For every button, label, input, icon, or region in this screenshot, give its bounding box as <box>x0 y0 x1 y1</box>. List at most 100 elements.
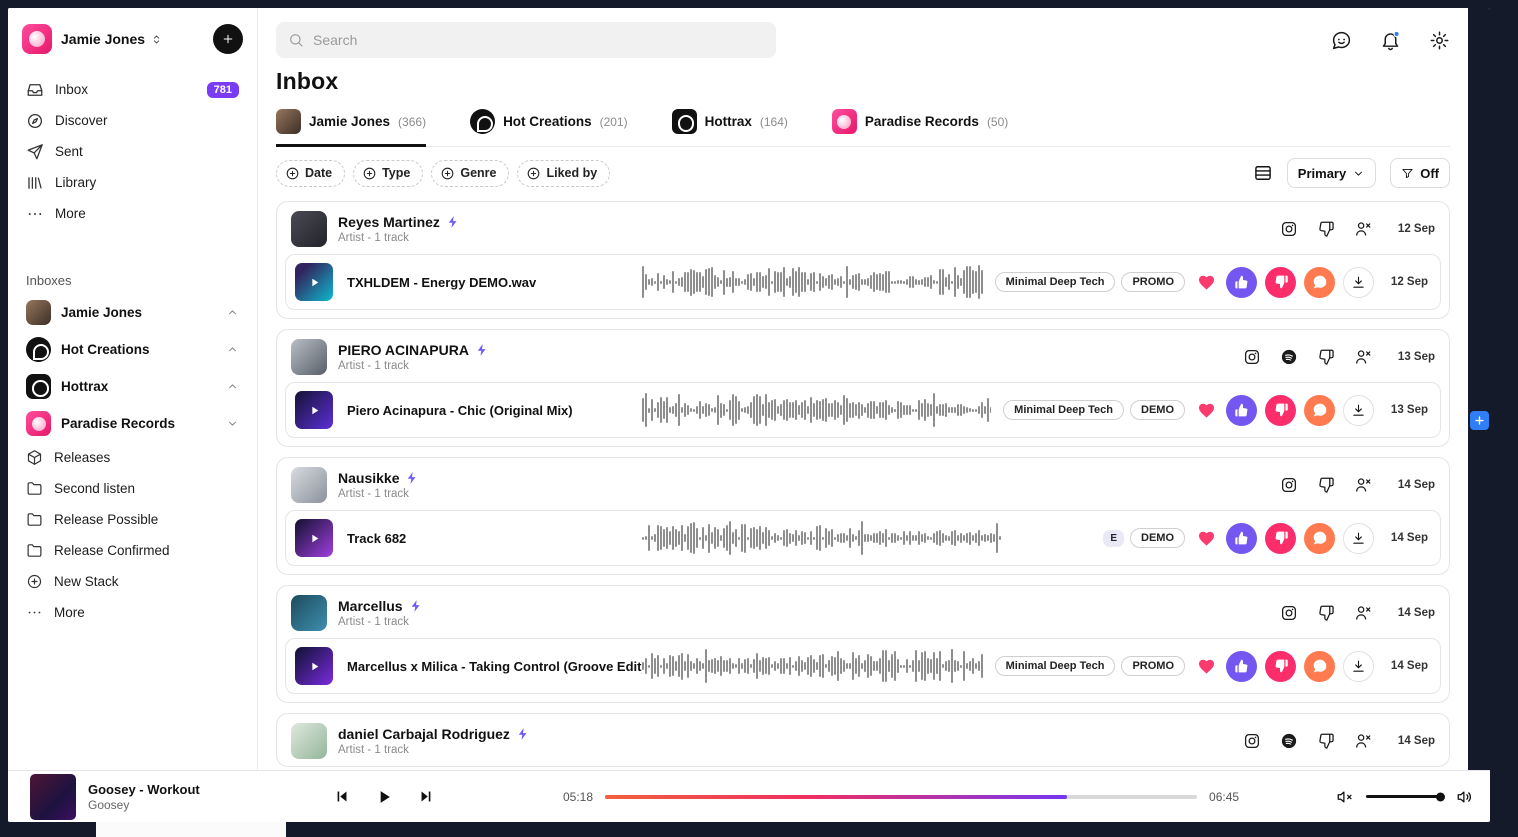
waveform[interactable] <box>642 264 983 300</box>
thumbs-down-icon[interactable] <box>1317 220 1335 238</box>
waveform[interactable] <box>642 648 983 684</box>
filter-chip-genre[interactable]: Genre <box>431 160 509 187</box>
sidebar-inbox-paradise-records[interactable]: Paradise Records <box>22 405 243 442</box>
mute-icon[interactable] <box>1336 788 1354 806</box>
track-art[interactable] <box>295 391 333 429</box>
tab-hottrax[interactable]: Hottrax(164) <box>672 109 788 147</box>
sidebar-item-more[interactable]: More <box>22 198 243 229</box>
chevron-down-icon[interactable] <box>226 417 239 430</box>
download-button[interactable] <box>1343 523 1374 554</box>
spotify-icon[interactable] <box>1280 732 1298 750</box>
heart-icon[interactable] <box>1197 401 1216 420</box>
heart-icon[interactable] <box>1197 657 1216 676</box>
floating-add-button[interactable] <box>1470 411 1489 430</box>
previous-button[interactable] <box>333 788 350 805</box>
instagram-icon[interactable] <box>1243 732 1261 750</box>
like-button[interactable] <box>1226 267 1257 298</box>
chevron-up-icon[interactable] <box>226 306 239 319</box>
artist-row[interactable]: Marcellus Artist - 1 track 14 Sep <box>277 586 1449 638</box>
track-row[interactable]: Marcellus x Milica - Taking Control (Gro… <box>285 638 1441 694</box>
artist-avatar[interactable] <box>291 723 327 759</box>
waveform[interactable] <box>642 392 991 428</box>
view-layout-button[interactable] <box>1253 163 1273 183</box>
unfollow-artist-icon[interactable] <box>1354 732 1372 750</box>
unfollow-artist-icon[interactable] <box>1354 348 1372 366</box>
notifications-button[interactable] <box>1380 30 1401 51</box>
play-icon[interactable] <box>308 404 321 417</box>
thumbs-down-icon[interactable] <box>1317 348 1335 366</box>
seek-bar[interactable] <box>605 795 1197 799</box>
tab-paradise-records[interactable]: Paradise Records(50) <box>832 109 1008 147</box>
volume-handle[interactable] <box>1436 792 1445 801</box>
heart-icon[interactable] <box>1197 529 1216 548</box>
track-row[interactable]: Track 682 EDEMO 14 Sep <box>285 510 1441 566</box>
filter-chip-liked-by[interactable]: Liked by <box>517 160 610 187</box>
sidebar-folder-releases[interactable]: Releases <box>22 442 243 473</box>
instagram-icon[interactable] <box>1280 220 1298 238</box>
instagram-icon[interactable] <box>1280 476 1298 494</box>
artist-avatar[interactable] <box>291 339 327 375</box>
track-art[interactable] <box>295 647 333 685</box>
like-button[interactable] <box>1226 395 1257 426</box>
artist-avatar[interactable] <box>291 595 327 631</box>
download-button[interactable] <box>1343 651 1374 682</box>
download-button[interactable] <box>1343 267 1374 298</box>
tab-jamie-jones[interactable]: Jamie Jones(366) <box>276 109 426 147</box>
sidebar-item-sent[interactable]: Sent <box>22 136 243 167</box>
messenger-button[interactable] <box>1331 30 1352 51</box>
dislike-button[interactable] <box>1265 523 1296 554</box>
track-art[interactable] <box>295 519 333 557</box>
artist-row[interactable]: Reyes Martinez Artist - 1 track 12 Sep <box>277 202 1449 254</box>
instagram-icon[interactable] <box>1280 604 1298 622</box>
player-album-art[interactable] <box>30 774 76 820</box>
sidebar-folder-release-confirmed[interactable]: Release Confirmed <box>22 535 243 566</box>
track-row[interactable]: Piero Acinapura - Chic (Original Mix) Mi… <box>285 382 1441 438</box>
thumbs-down-icon[interactable] <box>1317 604 1335 622</box>
volume-slider[interactable] <box>1366 795 1444 798</box>
track-art[interactable] <box>295 263 333 301</box>
sidebar-inbox-jamie-jones[interactable]: Jamie Jones <box>22 294 243 331</box>
download-button[interactable] <box>1343 395 1374 426</box>
artist-avatar[interactable] <box>291 211 327 247</box>
heart-icon[interactable] <box>1197 273 1216 292</box>
unfollow-artist-icon[interactable] <box>1354 604 1372 622</box>
artist-avatar[interactable] <box>291 467 327 503</box>
sidebar-folder-second-listen[interactable]: Second listen <box>22 473 243 504</box>
sidebar-item-discover[interactable]: Discover <box>22 105 243 136</box>
dislike-button[interactable] <box>1265 267 1296 298</box>
artist-row[interactable]: daniel Carbajal Rodriguez Artist - 1 tra… <box>277 714 1449 766</box>
spotify-icon[interactable] <box>1280 348 1298 366</box>
comment-button[interactable] <box>1304 395 1335 426</box>
artist-row[interactable]: PIERO ACINAPURA Artist - 1 track 13 Sep <box>277 330 1449 382</box>
unfollow-artist-icon[interactable] <box>1354 476 1372 494</box>
thumbs-down-icon[interactable] <box>1317 732 1335 750</box>
workspace-switcher-icon[interactable] <box>150 33 163 46</box>
sidebar-item-inbox[interactable]: Inbox781 <box>22 74 243 105</box>
filter-chip-type[interactable]: Type <box>353 160 423 187</box>
sidebar-inbox-hot-creations[interactable]: Hot Creations <box>22 331 243 368</box>
waveform[interactable] <box>642 520 1091 556</box>
sidebar-inbox-hottrax[interactable]: Hottrax <box>22 368 243 405</box>
chevron-up-icon[interactable] <box>226 380 239 393</box>
sidebar-item-library[interactable]: Library <box>22 167 243 198</box>
dislike-button[interactable] <box>1265 651 1296 682</box>
sidebar-folder-release-possible[interactable]: Release Possible <box>22 504 243 535</box>
unfollow-artist-icon[interactable] <box>1354 220 1372 238</box>
sidebar-folder-new-stack[interactable]: New Stack <box>22 566 243 597</box>
play-icon[interactable] <box>308 660 321 673</box>
play-icon[interactable] <box>308 532 321 545</box>
filter-chip-date[interactable]: Date <box>276 160 345 187</box>
settings-button[interactable] <box>1429 30 1450 51</box>
like-button[interactable] <box>1226 523 1257 554</box>
play-icon[interactable] <box>308 276 321 289</box>
thumbs-down-icon[interactable] <box>1317 476 1335 494</box>
artist-row[interactable]: Nausikke Artist - 1 track 14 Sep <box>277 458 1449 510</box>
comment-button[interactable] <box>1304 651 1335 682</box>
comment-button[interactable] <box>1304 523 1335 554</box>
primary-dropdown[interactable]: Primary <box>1287 158 1376 188</box>
comment-button[interactable] <box>1304 267 1335 298</box>
next-button[interactable] <box>418 788 435 805</box>
chevron-up-icon[interactable] <box>226 343 239 356</box>
instagram-icon[interactable] <box>1243 348 1261 366</box>
play-button[interactable] <box>374 787 394 807</box>
